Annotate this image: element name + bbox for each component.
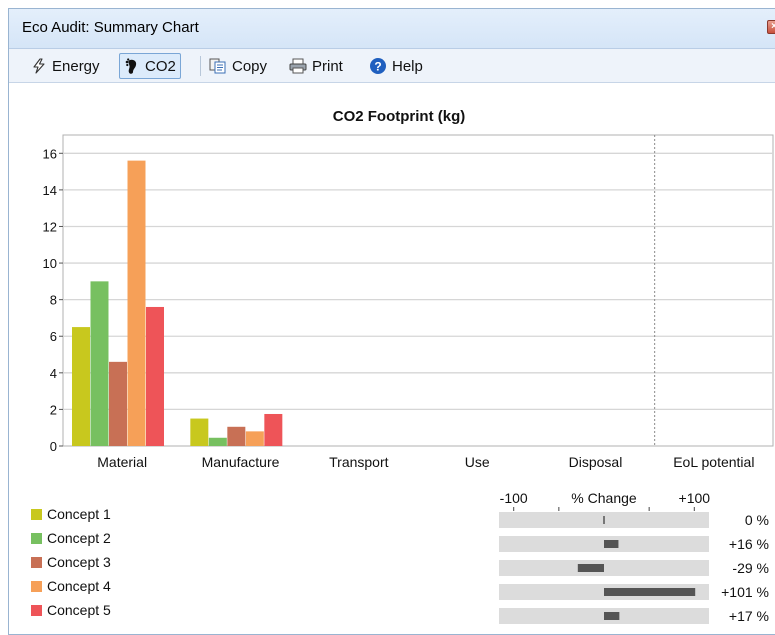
legend-item: Concept 2 bbox=[31, 529, 231, 547]
y-tick-label: 2 bbox=[50, 402, 57, 417]
x-category-label: EoL potential bbox=[673, 454, 754, 470]
percent-change-panel: % Change -100 +100 bbox=[499, 490, 710, 624]
legend-label: Concept 1 bbox=[47, 506, 111, 522]
x-category-label: Disposal bbox=[569, 454, 623, 470]
bar bbox=[90, 281, 109, 446]
legend-label: Concept 5 bbox=[47, 602, 111, 618]
svg-text:?: ? bbox=[374, 60, 381, 74]
energy-label: Energy bbox=[52, 57, 100, 75]
legend-item: Concept 3 bbox=[31, 553, 231, 571]
y-tick-label: 4 bbox=[50, 366, 57, 381]
percent-change-value: -29 % bbox=[732, 560, 769, 576]
copy-button[interactable]: Copy bbox=[205, 53, 271, 79]
bar bbox=[146, 306, 164, 446]
bar bbox=[208, 437, 227, 446]
plot-frame bbox=[62, 134, 774, 447]
legend-label: Concept 3 bbox=[47, 554, 111, 570]
energy-button[interactable]: Energy bbox=[27, 53, 104, 79]
print-label: Print bbox=[312, 57, 343, 75]
legend-swatch bbox=[31, 556, 42, 568]
legend-label: Concept 4 bbox=[47, 578, 111, 594]
y-tick-label: 6 bbox=[50, 329, 57, 344]
copy-label: Copy bbox=[232, 57, 268, 75]
x-category-label: Manufacture bbox=[202, 454, 280, 470]
title-bar: Eco Audit: Summary Chart × bbox=[9, 9, 775, 49]
printer-icon bbox=[289, 58, 307, 74]
percent-min-label: -100 bbox=[500, 490, 528, 506]
legend-item: Concept 5 bbox=[31, 601, 231, 619]
bar bbox=[127, 160, 146, 446]
bar bbox=[245, 431, 264, 446]
close-button[interactable]: × bbox=[767, 20, 775, 34]
legend-item: Concept 4 bbox=[31, 577, 231, 595]
x-category-label: Transport bbox=[329, 454, 389, 470]
legend-swatch bbox=[31, 604, 42, 616]
x-category-label: Material bbox=[97, 454, 147, 470]
y-tick-label: 0 bbox=[50, 439, 57, 454]
y-tick-label: 14 bbox=[43, 183, 57, 198]
help-icon: ? bbox=[369, 57, 387, 75]
help-button[interactable]: ? Help bbox=[365, 53, 427, 79]
legend-swatch bbox=[31, 508, 42, 520]
percent-change-value: +17 % bbox=[728, 608, 769, 624]
copy-icon bbox=[209, 58, 227, 74]
x-category-label: Use bbox=[465, 454, 490, 470]
legend-item: Concept 1 bbox=[31, 505, 231, 523]
percent-max-label: +100 bbox=[679, 490, 711, 506]
bar bbox=[190, 418, 209, 446]
y-tick-label: 16 bbox=[43, 146, 57, 161]
toolbar-separator bbox=[200, 56, 201, 76]
chart-title: CO2 Footprint (kg) bbox=[333, 108, 465, 125]
window-title: Eco Audit: Summary Chart bbox=[22, 19, 199, 36]
help-label: Help bbox=[392, 57, 423, 75]
bar bbox=[72, 327, 90, 446]
percent-change-value: 0 % bbox=[744, 512, 769, 528]
percent-bar bbox=[604, 612, 620, 620]
bar bbox=[227, 426, 246, 446]
percent-bar bbox=[604, 540, 619, 548]
lightning-icon bbox=[31, 58, 47, 74]
plot-area: 0 2 4 6 8 10 12 14 16 Material Manufacture Transpor… bbox=[43, 134, 774, 470]
legend-label: Concept 2 bbox=[47, 530, 111, 546]
y-tick-label: 12 bbox=[43, 219, 57, 234]
percent-change-header: % Change bbox=[571, 490, 637, 506]
legend-swatch bbox=[31, 580, 42, 592]
bar bbox=[264, 413, 283, 446]
bar bbox=[109, 361, 127, 446]
toolbar: Energy CO2 Copy Print ? Help bbox=[9, 49, 775, 83]
print-button[interactable]: Print bbox=[285, 53, 347, 79]
summary-chart-area: CO2 Footprint (kg) 0 2 4 6 8 10 12 14 16 Material… bbox=[9, 83, 775, 634]
percent-bar bbox=[577, 564, 604, 572]
y-tick-label: 8 bbox=[50, 293, 57, 308]
eco-audit-window: Eco Audit: Summary Chart × Energy CO2 bbox=[8, 8, 775, 635]
percent-change-value: +16 % bbox=[728, 536, 769, 552]
footprint-icon bbox=[124, 57, 140, 75]
percent-bar bbox=[604, 588, 696, 596]
legend-swatch bbox=[31, 532, 42, 544]
co2-button[interactable]: CO2 bbox=[119, 53, 181, 79]
percent-change-value: +101 % bbox=[721, 584, 769, 600]
co2-label: CO2 bbox=[145, 57, 176, 75]
y-tick-label: 10 bbox=[43, 256, 57, 271]
